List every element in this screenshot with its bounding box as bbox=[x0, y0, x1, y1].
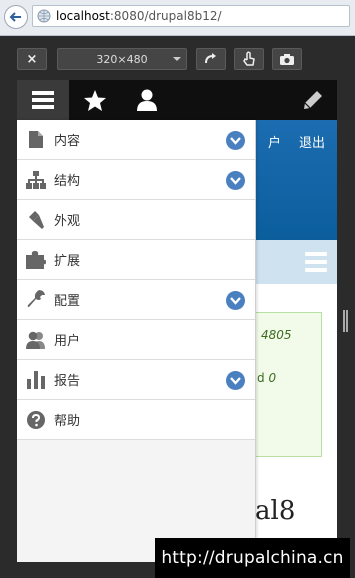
chevron-down-icon bbox=[230, 176, 241, 185]
menu-item-help[interactable]: 帮助 bbox=[17, 400, 255, 440]
account-link[interactable]: 户 bbox=[268, 132, 281, 151]
menu-item-structure[interactable]: 结构 bbox=[17, 160, 255, 200]
globe-icon bbox=[37, 9, 51, 23]
menu-item-content[interactable]: 内容 bbox=[17, 120, 255, 160]
expand-toggle-button[interactable] bbox=[226, 171, 245, 190]
star-icon bbox=[84, 89, 106, 111]
menu-item-label: 报告 bbox=[54, 374, 81, 389]
wrench-icon bbox=[26, 290, 46, 310]
message-line-2: d 0 bbox=[257, 371, 277, 385]
expand-toggle-button[interactable] bbox=[226, 291, 245, 310]
admin-toolbar bbox=[17, 80, 337, 120]
people-icon bbox=[26, 330, 46, 350]
toolbar-tab-shortcuts[interactable] bbox=[77, 80, 113, 120]
back-arrow-icon bbox=[9, 12, 21, 22]
browser-chrome: localhost:8080/drupal8b12/ bbox=[0, 0, 355, 36]
chevron-down-icon bbox=[230, 296, 241, 305]
device-frame-left bbox=[0, 80, 17, 578]
site-menu-icon[interactable] bbox=[305, 252, 327, 272]
resize-handle[interactable] bbox=[343, 310, 348, 332]
menu-item-label: 帮助 bbox=[54, 414, 81, 429]
menu-item-label: 用户 bbox=[54, 334, 81, 349]
puzzle-icon bbox=[26, 250, 46, 270]
address-path: :8080/drupal8b12/ bbox=[109, 9, 222, 23]
menu-item-label: 外观 bbox=[54, 214, 81, 229]
menu-item-extend[interactable]: 扩展 bbox=[17, 240, 255, 280]
chevron-down-icon bbox=[173, 57, 181, 61]
hand-pointer-icon bbox=[243, 51, 255, 66]
touch-button[interactable] bbox=[234, 48, 264, 70]
back-button[interactable] bbox=[4, 5, 28, 29]
device-size-value: 320×480 bbox=[96, 52, 148, 66]
address-host: localhost bbox=[56, 9, 110, 23]
bar-chart-icon bbox=[26, 370, 46, 390]
rotate-icon bbox=[205, 53, 216, 64]
watermark-text: http://drupalchina.cn bbox=[155, 538, 350, 578]
menu-item-label: 配置 bbox=[54, 294, 81, 309]
menu-item-appearance[interactable]: 外观 bbox=[17, 200, 255, 240]
message-line-1: 4805 bbox=[261, 328, 292, 342]
user-icon bbox=[137, 89, 157, 111]
menu-item-people[interactable]: 用户 bbox=[17, 320, 255, 360]
toolbar-tab-menu[interactable] bbox=[17, 80, 69, 120]
logout-link[interactable]: 退出 bbox=[299, 132, 325, 151]
pencil-icon bbox=[304, 91, 322, 109]
toolbar-edit-button[interactable] bbox=[297, 80, 329, 120]
brush-icon bbox=[26, 210, 46, 230]
menu-item-configuration[interactable]: 配置 bbox=[17, 280, 255, 320]
help-icon bbox=[26, 410, 46, 430]
sitemap-icon bbox=[26, 170, 46, 190]
menu-item-label: 扩展 bbox=[54, 254, 81, 269]
expand-toggle-button[interactable] bbox=[226, 131, 245, 150]
chevron-down-icon bbox=[230, 136, 241, 145]
toolbar-tab-user[interactable] bbox=[129, 80, 165, 120]
camera-icon bbox=[280, 53, 294, 65]
responsive-preview-toolbar: × 320×480 bbox=[0, 36, 355, 80]
chevron-down-icon bbox=[230, 376, 241, 385]
menu-item-label: 结构 bbox=[54, 174, 81, 189]
close-preview-button[interactable]: × bbox=[17, 48, 47, 70]
hamburger-icon bbox=[32, 91, 54, 109]
menu-item-label: 内容 bbox=[54, 134, 81, 149]
expand-toggle-button[interactable] bbox=[226, 371, 245, 390]
address-bar[interactable]: localhost:8080/drupal8b12/ bbox=[32, 5, 350, 27]
rotate-button[interactable] bbox=[196, 48, 226, 70]
screenshot-button[interactable] bbox=[272, 48, 302, 70]
toolbar-tray: 内容 结构 外观 扩展 配置 用户 报告 帮助 bbox=[17, 120, 256, 562]
page-heading-fragment: al8 bbox=[255, 496, 296, 526]
device-viewport: 户 退出 4805 d 0 al8 内容 结构 外观 扩展 配置 用户 报告 帮… bbox=[17, 80, 337, 562]
document-icon bbox=[26, 130, 46, 150]
header-links: 户 退出 bbox=[268, 132, 325, 151]
device-size-select[interactable]: 320×480 bbox=[57, 48, 187, 70]
menu-item-reports[interactable]: 报告 bbox=[17, 360, 255, 400]
